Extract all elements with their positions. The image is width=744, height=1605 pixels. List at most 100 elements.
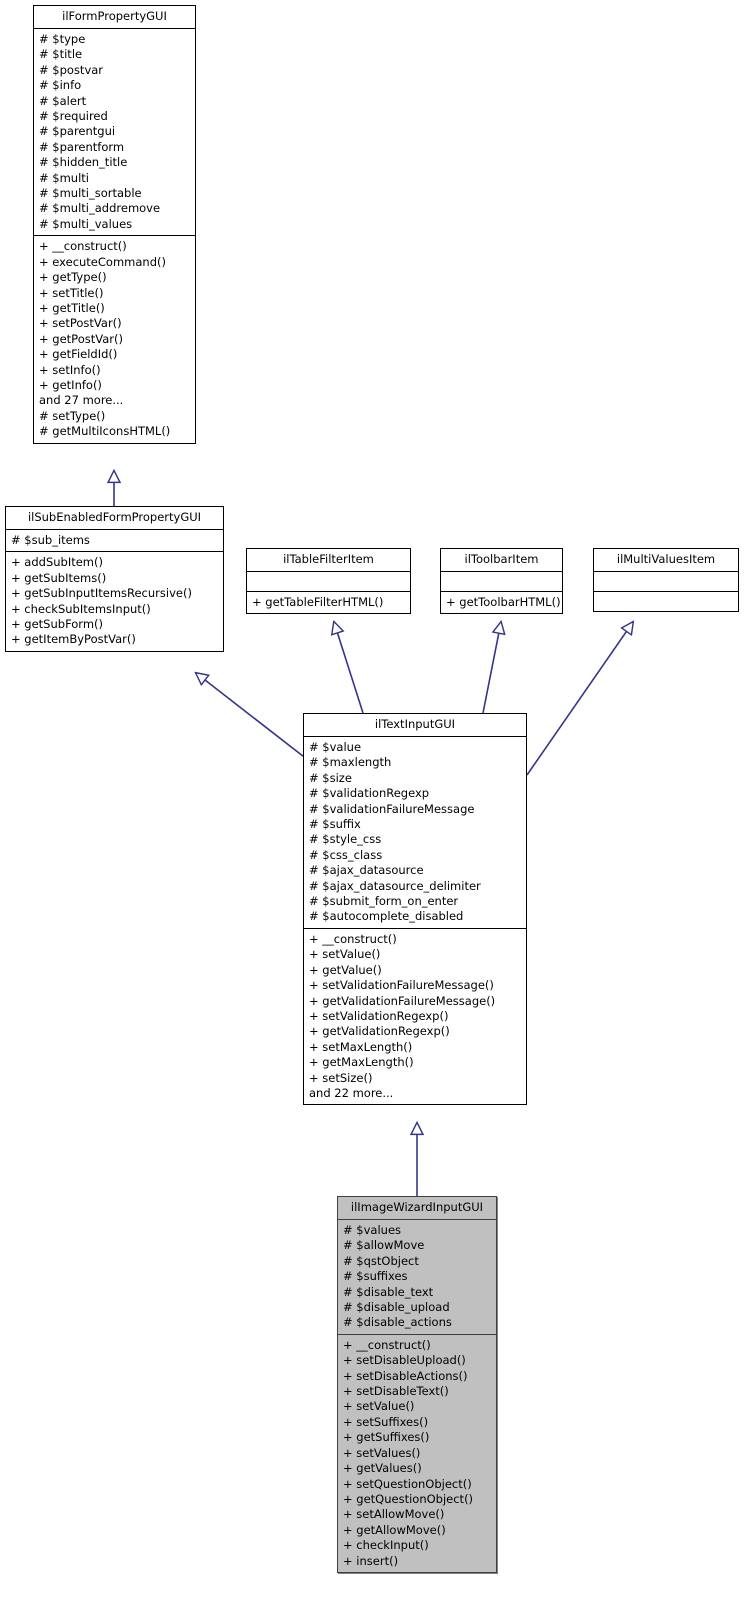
- methods-section: + __construct() + setValue() + getValue(…: [304, 929, 526, 1104]
- method-row: + getQuestionObject(): [343, 1491, 474, 1506]
- attribute-row: # $disable_upload: [343, 1300, 450, 1315]
- attribute-row: # $postvar: [39, 62, 104, 77]
- attribute-row: # $validationFailureMessage: [309, 801, 475, 816]
- attribute-row: # $values: [343, 1223, 402, 1237]
- class-title: ilMultiValuesItem: [616, 552, 716, 566]
- method-row: + setInfo(): [39, 362, 101, 377]
- class-box-iltablefilteritem[interactable]: ilTableFilterItem + getTableFilterHTML(): [246, 548, 411, 615]
- attribute-row: # $alert: [39, 93, 87, 108]
- method-row: + checkSubItemsInput(): [11, 601, 151, 616]
- attribute-row: # $submit_form_on_enter: [309, 894, 459, 909]
- method-row: + getTableFilterHTML(): [252, 595, 384, 609]
- attribute-row: # $title: [39, 47, 83, 62]
- methods-section: + getTableFilterHTML(): [247, 592, 410, 613]
- methods-section: + __construct() + setDisableUpload() + s…: [338, 1335, 496, 1572]
- class-title: ilFormPropertyGUI: [62, 9, 167, 23]
- method-row: + getSuffixes(): [343, 1430, 430, 1445]
- method-row: + getTitle(): [39, 300, 105, 315]
- attribute-row: # $ajax_datasource_delimiter: [309, 878, 481, 893]
- method-row: + setValidationRegexp(): [309, 1008, 449, 1023]
- methods-section: [594, 592, 738, 611]
- attributes-section: [594, 572, 738, 591]
- class-title: ilTextInputGUI: [374, 717, 456, 731]
- method-row: + setPostVar(): [39, 316, 122, 331]
- class-title: ilTableFilterItem: [283, 552, 374, 566]
- attribute-row: # $info: [39, 78, 82, 93]
- method-row: # getMultiIconsHTML(): [39, 424, 171, 439]
- class-box-ilsubenabledformpropertygui[interactable]: ilSubEnabledFormPropertyGUI # $sub_items…: [5, 506, 224, 652]
- attribute-row: # $value: [309, 740, 362, 754]
- edge-textinput-to-tablefilteritem: [334, 622, 364, 714]
- methods-section: + __construct() + executeCommand() + get…: [34, 236, 195, 442]
- method-row: + getSubForm(): [11, 617, 104, 632]
- edge-textinput-to-subenabled: [196, 673, 309, 761]
- attribute-row: # $autocomplete_disabled: [309, 909, 464, 924]
- attributes-section: [441, 572, 562, 591]
- method-row: + setValues(): [343, 1445, 421, 1460]
- method-row: + checkInput(): [343, 1538, 429, 1553]
- method-row: + getValidationRegexp(): [309, 1024, 450, 1039]
- method-row: + getFieldId(): [39, 347, 118, 362]
- attribute-row: # $hidden_title: [39, 155, 128, 170]
- class-box-iltoolbaritem[interactable]: ilToolbarItem + getToolbarHTML(): [440, 548, 563, 615]
- method-row: + setQuestionObject(): [343, 1476, 472, 1491]
- method-row: + getValue(): [309, 962, 382, 977]
- class-box-iltextinputgui[interactable]: ilTextInputGUI # $value # $maxlength # $…: [303, 713, 527, 1106]
- attribute-row: # $multi_sortable: [39, 186, 142, 201]
- class-box-ilmultivaluesitem[interactable]: ilMultiValuesItem: [593, 548, 739, 612]
- methods-section: + addSubItem() + getSubItems() + getSubI…: [6, 552, 223, 650]
- attributes-section: # $type # $title # $postvar # $info # $a…: [34, 29, 195, 235]
- edge-textinput-to-toolbaritem: [482, 622, 501, 714]
- method-row: + setAllowMove(): [343, 1507, 445, 1522]
- method-row: + executeCommand(): [39, 254, 166, 269]
- attribute-row: # $multi: [39, 170, 89, 185]
- attribute-row: # $parentform: [39, 139, 125, 154]
- method-row-more: and 27 more...: [39, 393, 124, 408]
- attribute-row: # $disable_text: [343, 1284, 434, 1299]
- method-row: + getValues(): [343, 1461, 422, 1476]
- attribute-row: # $suffix: [309, 817, 361, 832]
- attribute-row: # $multi_addremove: [39, 201, 161, 216]
- method-row: + getSubInputItemsRecursive(): [11, 586, 192, 601]
- class-box-ilformpropertygui[interactable]: ilFormPropertyGUI # $type # $title # $po…: [33, 5, 196, 444]
- attributes-section: # $sub_items: [6, 530, 223, 551]
- attribute-row: # $required: [39, 109, 108, 124]
- method-row: + getInfo(): [39, 377, 102, 392]
- method-row: + insert(): [343, 1553, 399, 1568]
- attribute-row: # $maxlength: [309, 755, 392, 770]
- attribute-row: # $suffixes: [343, 1269, 408, 1284]
- method-row: + addSubItem(): [11, 555, 103, 570]
- edge-textinput-to-multivaluesitem: [526, 622, 633, 776]
- method-row: + setValue(): [309, 947, 381, 962]
- method-row: + setValidationFailureMessage(): [309, 978, 494, 993]
- class-title: ilToolbarItem: [464, 552, 539, 566]
- attribute-row: # $validationRegexp: [309, 786, 430, 801]
- attribute-row: # $size: [309, 770, 352, 785]
- uml-class-diagram: ilFormPropertyGUI # $type # $title # $po…: [0, 0, 744, 1605]
- method-row: + setSize(): [309, 1070, 373, 1085]
- method-row: + setValue(): [343, 1399, 415, 1414]
- attribute-row: # $sub_items: [11, 533, 90, 547]
- method-row: + setTitle(): [39, 285, 104, 300]
- method-row: + getMaxLength(): [309, 1055, 414, 1070]
- attribute-row: # $multi_values: [39, 216, 133, 231]
- attribute-row: # $disable_actions: [343, 1315, 452, 1330]
- attribute-row: # $allowMove: [343, 1238, 425, 1253]
- method-row-more: and 22 more...: [309, 1085, 394, 1100]
- attributes-section: [247, 572, 410, 591]
- method-row: + __construct(): [309, 931, 397, 946]
- method-row: + getAllowMove(): [343, 1522, 446, 1537]
- class-box-ilimagewizardinputgui[interactable]: ilImageWizardInputGUI # $values # $allow…: [337, 1196, 497, 1573]
- attribute-row: # $ajax_datasource: [309, 863, 424, 878]
- attribute-row: # $style_css: [309, 832, 382, 847]
- attributes-section: # $value # $maxlength # $size # $validat…: [304, 737, 526, 928]
- method-row: + getPostVar(): [39, 331, 123, 346]
- method-row: + setMaxLength(): [309, 1039, 413, 1054]
- method-row: + getItemByPostVar(): [11, 632, 136, 647]
- attribute-row: # $css_class: [309, 847, 383, 862]
- class-title: ilSubEnabledFormPropertyGUI: [27, 510, 202, 524]
- method-row: + __construct(): [343, 1337, 431, 1352]
- attributes-section: # $values # $allowMove # $qstObject # $s…: [338, 1220, 496, 1334]
- method-row: + setDisableActions(): [343, 1368, 468, 1383]
- method-row: + getToolbarHTML(): [446, 595, 561, 609]
